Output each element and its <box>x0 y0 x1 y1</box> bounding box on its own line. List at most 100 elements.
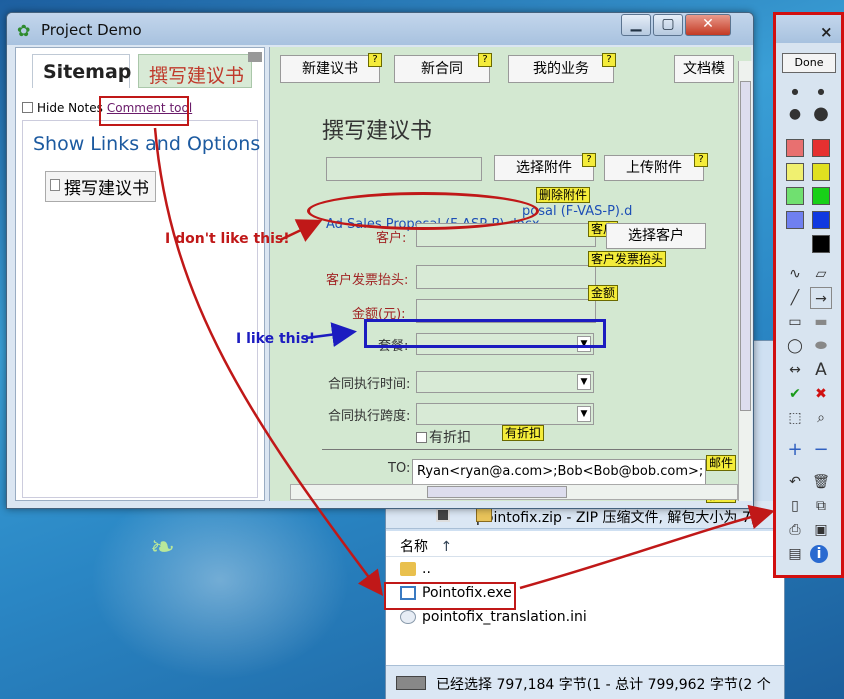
close-button[interactable]: ✕ <box>685 14 731 36</box>
list-item[interactable]: .. <box>386 557 784 581</box>
file-list: .. Pointofix.exe pointofix_translation.i… <box>386 557 784 665</box>
small-dot-icon[interactable]: ● <box>810 81 832 103</box>
file-name: pointofix_translation.ini <box>422 609 587 625</box>
minimize-button[interactable]: ▁ <box>621 14 651 36</box>
invoice-title-tag: 客户发票抬头 <box>588 251 667 267</box>
yellow-swatch[interactable] <box>812 163 830 181</box>
medium-dot-icon[interactable]: ● <box>784 103 806 125</box>
discount-label: 有折扣 <box>429 430 471 446</box>
upload-attachment-button[interactable]: 上传附件 <box>604 155 704 181</box>
customer-label: 客户: <box>376 231 407 246</box>
form-panel: 新建议书 ? 新合同 ? 我的业务 ? 文档模 撰写建议书 选择附件 ? 上传附… <box>269 47 752 503</box>
select-region-icon[interactable]: ⬚ <box>784 407 806 429</box>
exec-time-label: 合同执行时间: <box>328 377 411 392</box>
filled-rectangle-icon[interactable]: ▬ <box>810 311 832 333</box>
dislike-annotation: I don't like this! <box>165 231 290 247</box>
show-links-heading[interactable]: Show Links and Options <box>33 133 260 155</box>
new-proposal-button[interactable]: 新建议书 <box>280 55 380 83</box>
discount-tag: 有折扣 <box>502 425 545 441</box>
pointofix-close-button[interactable]: × <box>820 23 833 41</box>
tab-proposal[interactable]: 撰写建议书 <box>138 54 252 88</box>
eraser-icon[interactable]: ▱ <box>810 263 832 285</box>
hide-notes-checkbox[interactable] <box>22 102 33 113</box>
yellow-light-swatch[interactable] <box>786 163 804 181</box>
help-icon[interactable]: ? <box>478 53 492 67</box>
file-name: .. <box>422 561 431 577</box>
package-highlight <box>364 319 606 348</box>
discount-checkbox[interactable] <box>416 432 427 443</box>
tree-item-proposal[interactable]: 撰写建议书 <box>45 171 156 202</box>
my-business-button[interactable]: 我的业务 <box>508 55 614 83</box>
invoice-title-field[interactable] <box>416 265 596 289</box>
document-icon <box>50 179 60 191</box>
column-name-label: 名称 <box>400 539 428 555</box>
help-icon[interactable]: ? <box>582 153 596 167</box>
zip-folder-icon <box>476 508 492 522</box>
blue-swatch[interactable] <box>812 211 830 229</box>
rectangle-icon[interactable]: ▭ <box>784 311 806 333</box>
screen-icon[interactable]: ▤ <box>784 543 806 565</box>
selection-icon <box>396 676 426 690</box>
chevron-down-icon: ▼ <box>577 374 591 390</box>
freehand-icon[interactable]: ∿ <box>784 263 806 285</box>
recipient-field[interactable]: Ryan<ryan@a.com>;Bob<Bob@bob.com>; <box>412 459 706 487</box>
invoice-title-label: 客户发票抬头: <box>326 273 409 288</box>
double-arrow-icon[interactable]: ↔ <box>784 359 806 381</box>
new-page-icon[interactable]: ▯ <box>784 495 806 517</box>
maximize-button[interactable]: ▢ <box>653 14 683 36</box>
scroll-thumb[interactable] <box>740 81 751 411</box>
minus-icon[interactable]: − <box>810 439 832 461</box>
amount-tag: 金额 <box>588 285 619 301</box>
project-demo-window: ✿ Project Demo ▁ ▢ ✕ Sitemap 撰写建议书 Hide … <box>6 12 754 509</box>
exec-span-select[interactable]: ▼ <box>416 403 594 425</box>
red-swatch[interactable] <box>812 139 830 157</box>
tree-item-label: 撰写建议书 <box>64 179 149 199</box>
small-dot-icon[interactable]: ● <box>784 81 806 103</box>
discount-option[interactable]: 有折扣 <box>416 427 471 447</box>
copy-icon[interactable]: ⧉ <box>810 495 832 517</box>
attachment-path-field[interactable] <box>326 157 482 181</box>
scroll-thumb[interactable] <box>427 486 567 498</box>
plus-icon[interactable]: + <box>784 439 806 461</box>
choose-customer-button[interactable]: 选择客户 <box>606 223 706 249</box>
cross-icon[interactable]: ✖ <box>810 383 832 405</box>
save-icon[interactable]: ▣ <box>810 519 832 541</box>
green-swatch[interactable] <box>812 187 830 205</box>
line-icon[interactable]: ╱ <box>784 287 806 309</box>
checkmark-icon[interactable]: ✔ <box>784 383 806 405</box>
like-annotation: I like this! <box>236 331 316 347</box>
delete-attachment-tag[interactable]: 删除附件 <box>536 187 591 203</box>
large-dot-icon[interactable]: ● <box>810 103 832 125</box>
address-text: pointofix.zip - ZIP 压缩文件, 解包大小为 7,9 <box>476 510 765 526</box>
mail-tag: 邮件 <box>706 455 737 471</box>
blue-light-swatch[interactable] <box>786 211 804 229</box>
column-header-name[interactable]: 名称 ↑ <box>386 531 784 557</box>
black-swatch[interactable] <box>812 235 830 253</box>
text-tool-icon[interactable]: A <box>810 359 832 381</box>
help-icon[interactable]: ? <box>694 153 708 167</box>
horizontal-scrollbar[interactable] <box>290 484 738 500</box>
documents-button[interactable]: 文档模 <box>674 55 734 83</box>
exec-time-select[interactable]: ▼ <box>416 371 594 393</box>
print-icon[interactable]: ⎙ <box>784 519 806 541</box>
panel-grip[interactable] <box>248 52 262 62</box>
hide-notes-label: Hide Notes <box>37 101 103 115</box>
tab-sitemap[interactable]: Sitemap <box>32 54 131 88</box>
undo-icon[interactable]: ↶ <box>784 471 806 493</box>
done-button[interactable]: Done <box>782 53 836 73</box>
zoom-icon[interactable]: ⌕ <box>810 407 832 429</box>
arrow-icon[interactable]: → <box>810 287 832 309</box>
info-icon[interactable]: i <box>810 545 828 563</box>
help-icon[interactable]: ? <box>368 53 382 67</box>
ellipse-icon[interactable]: ◯ <box>784 335 806 357</box>
green-light-swatch[interactable] <box>786 187 804 205</box>
help-icon[interactable]: ? <box>602 53 616 67</box>
filled-ellipse-icon[interactable]: ⬬ <box>810 335 832 357</box>
title-bar[interactable]: ✿ Project Demo ▁ ▢ ✕ <box>7 13 753 45</box>
choose-attachment-button[interactable]: 选择附件 <box>494 155 594 181</box>
vertical-scrollbar[interactable] <box>738 61 752 501</box>
trash-icon[interactable]: 🗑 <box>810 471 832 493</box>
new-contract-button[interactable]: 新合同 <box>394 55 490 83</box>
exe-highlight <box>384 582 516 610</box>
red-light-swatch[interactable] <box>786 139 804 157</box>
